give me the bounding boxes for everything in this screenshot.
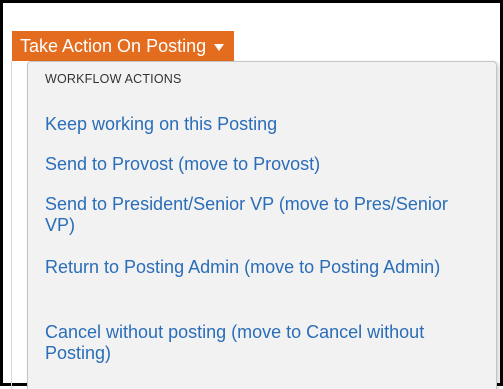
take-action-button-label: Take Action On Posting <box>20 36 207 56</box>
screenshot-frame: Take Action On Posting WORKFLOW ACTIONS … <box>0 0 503 389</box>
caret-down-icon <box>214 44 225 51</box>
menu-item-keep-working[interactable]: Keep working on this Posting <box>45 114 485 135</box>
take-action-button[interactable]: Take Action On Posting <box>12 31 235 61</box>
menu-section-header: WORKFLOW ACTIONS <box>45 72 182 86</box>
menu-item-send-to-provost[interactable]: Send to Provost (move to Provost) <box>45 154 485 175</box>
menu-item-return-to-posting-admin[interactable]: Return to Posting Admin (move to Posting… <box>45 257 465 278</box>
menu-item-cancel-without-posting[interactable]: Cancel without posting (move to Cancel w… <box>45 322 445 364</box>
workflow-actions-menu: WORKFLOW ACTIONS Keep working on this Po… <box>27 61 497 389</box>
menu-item-send-to-president[interactable]: Send to President/Senior VP (move to Pre… <box>45 194 465 236</box>
divider <box>11 61 12 389</box>
